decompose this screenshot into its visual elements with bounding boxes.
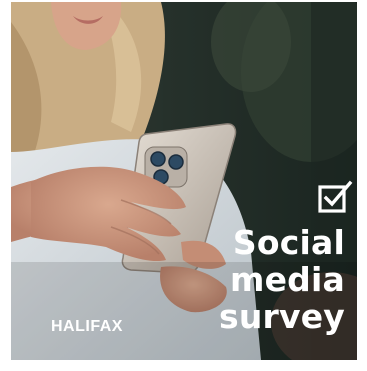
headline-line-survey: survey	[218, 297, 345, 336]
headline-line-social: Social	[232, 223, 345, 262]
survey-ad-banner[interactable]: Social media survey HALIFAX	[11, 2, 357, 360]
checkbox-checked-icon	[318, 180, 353, 213]
halifax-logo: HALIFAX	[51, 318, 123, 335]
headline-line-media: media	[230, 260, 345, 299]
ad-headline: Social media survey	[219, 224, 345, 335]
